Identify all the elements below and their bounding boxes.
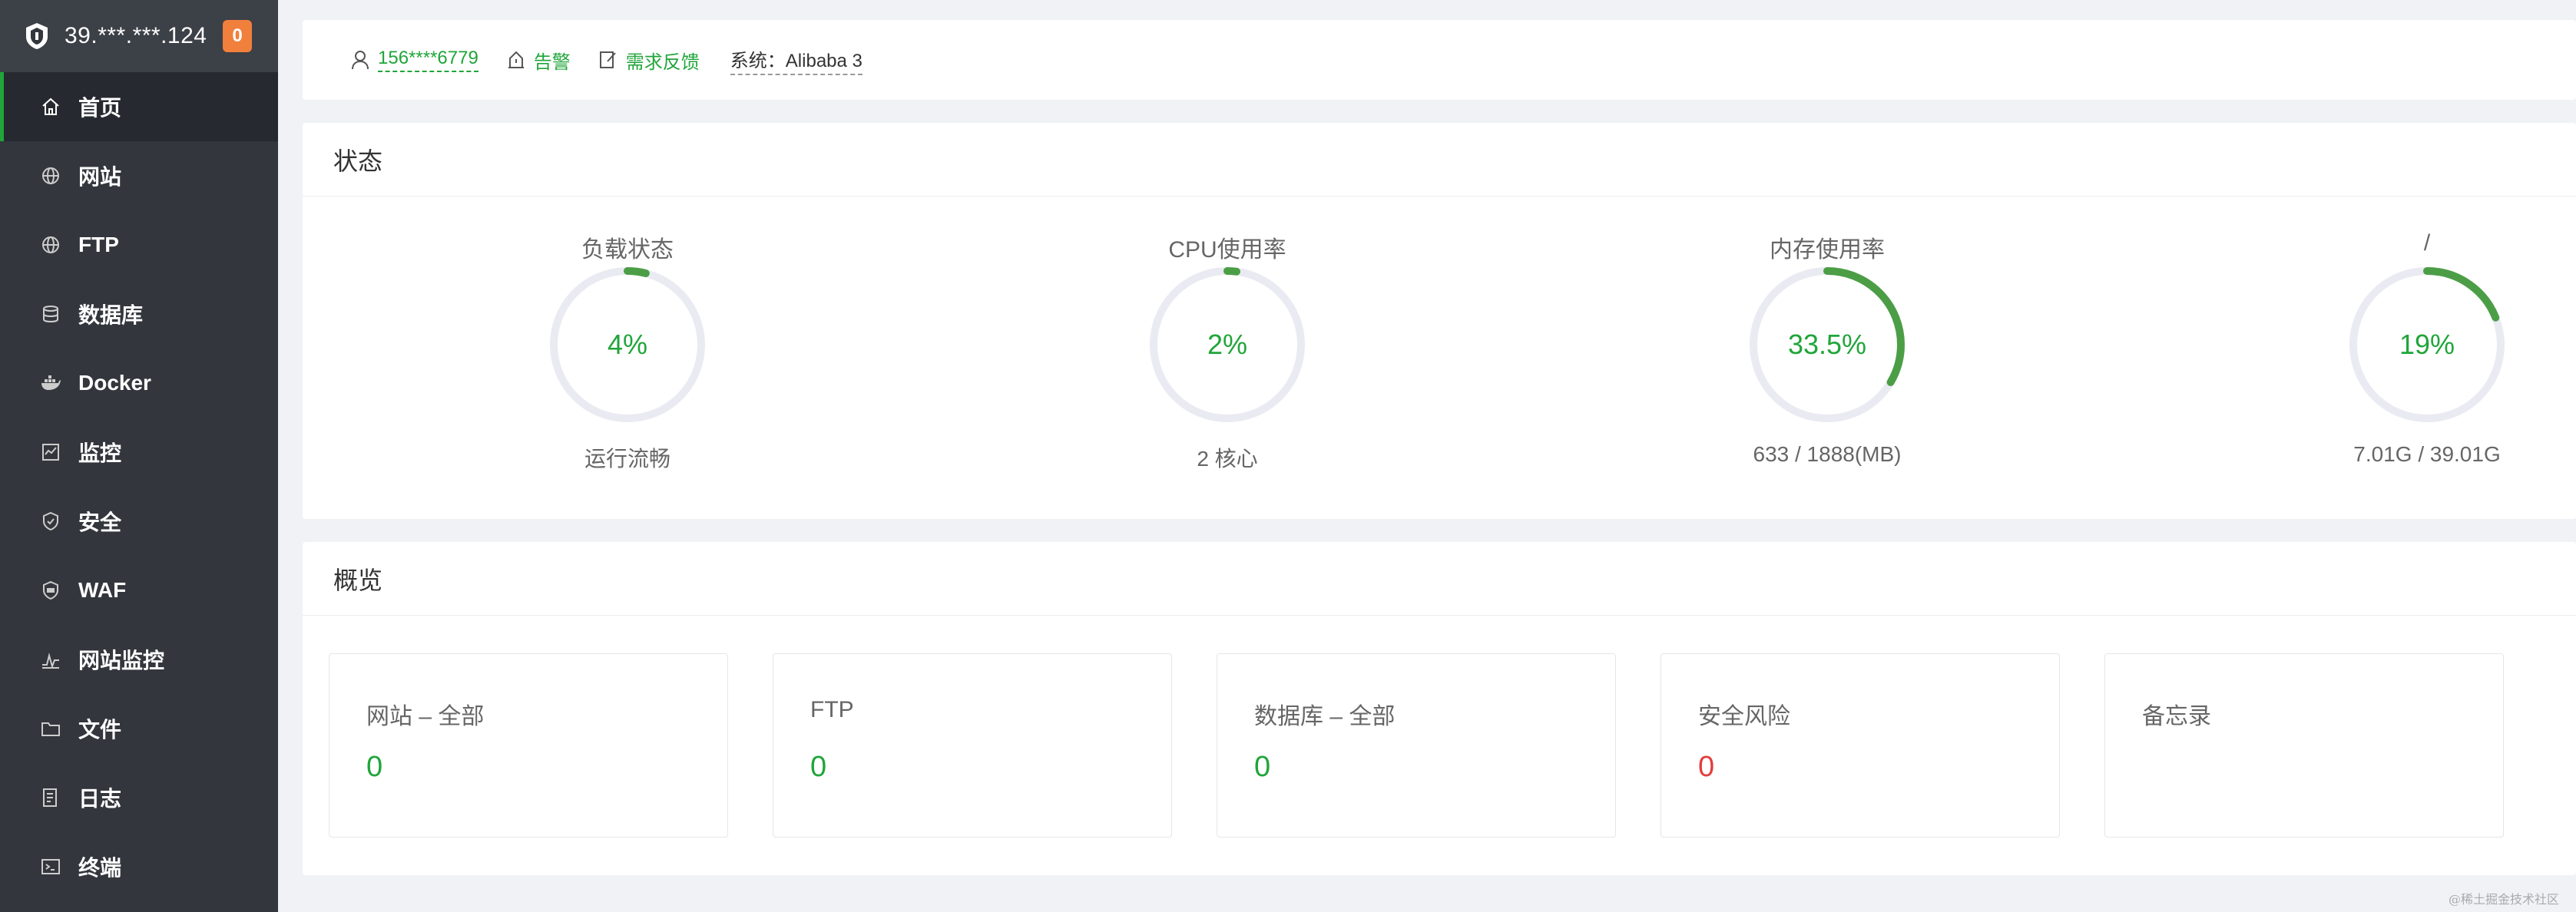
sidebar-item-label: 文件: [78, 718, 122, 742]
gauge-ring: 4%: [547, 264, 708, 425]
top-info-bar: 156****6779 告警 需求反馈 系统：Alibaba 3: [303, 20, 2576, 100]
sidebar-item-files[interactable]: 文件: [0, 694, 278, 763]
sidebar-item-monitor[interactable]: 监控: [0, 418, 278, 487]
shield-icon: [40, 511, 61, 532]
database-icon: [40, 303, 61, 325]
edit-icon: [599, 51, 616, 68]
sidebar-item-label: 首页: [78, 96, 122, 120]
gauge-title: /: [2423, 230, 2431, 256]
watermark: @稀土掘金技术社区: [2448, 892, 2559, 907]
gauge-title: CPU使用率: [1168, 237, 1286, 263]
overview-item-security-risk[interactable]: 安全风险 0: [1660, 653, 2060, 838]
sidebar-item-label: 监控: [78, 441, 122, 465]
alert-link[interactable]: 告警: [506, 47, 571, 74]
overview-value[interactable]: 0: [1698, 751, 1714, 784]
sidebar-item-ftp[interactable]: FTP: [0, 210, 278, 279]
gauge-title: 负载状态: [581, 237, 674, 263]
sidebar-item-label: Docker: [78, 371, 151, 395]
sidebar-item-label: 终端: [78, 856, 122, 880]
overview-label: 网站 – 全部: [366, 704, 485, 729]
user-account[interactable]: 156****6779: [350, 48, 478, 72]
gauge-subtext: 7.01G / 39.01G: [2353, 442, 2501, 466]
gauge-title: 内存使用率: [1770, 237, 1885, 263]
server-host[interactable]: 39.***.***.124: [65, 23, 223, 49]
sidebar-item-label: FTP: [78, 233, 119, 256]
sidebar-item-waf[interactable]: WAF: [0, 556, 278, 625]
overview-label: 安全风险: [1698, 704, 1790, 729]
globe-icon: [40, 234, 61, 256]
pulse-icon: [40, 649, 61, 670]
overview-item-ftp[interactable]: FTP 0: [773, 653, 1172, 838]
sidebar-item-site-monitor[interactable]: 网站监控: [0, 625, 278, 694]
overview-item-memo[interactable]: 备忘录: [2104, 653, 2504, 838]
alert-label: 告警: [533, 51, 571, 73]
alert-icon: [508, 51, 524, 68]
gauge-ring: 19%: [2346, 264, 2508, 425]
sidebar-item-database[interactable]: 数据库: [0, 279, 278, 349]
sidebar-item-docker[interactable]: Docker: [0, 349, 278, 418]
globe-icon: [40, 165, 61, 187]
sidebar-item-security[interactable]: 安全: [0, 487, 278, 556]
gauge-disk[interactable]: / 19% 7.01G / 39.01G: [2273, 197, 2576, 467]
overview-value[interactable]: 0: [1254, 751, 1270, 784]
gauge-value: 4%: [607, 329, 648, 360]
waf-shield-icon: [40, 580, 61, 601]
system-label: 系统：Alibaba 3: [730, 45, 863, 75]
main-content: 156****6779 告警 需求反馈 系统：Alibaba 3 状态 负载状态…: [278, 0, 2576, 912]
home-icon: [40, 96, 61, 117]
terminal-icon: [40, 856, 61, 877]
gauge-ring: 33.5%: [1747, 264, 1908, 425]
gauge-load[interactable]: 负载状态 4% 运行流畅: [474, 197, 781, 473]
folder-icon: [40, 718, 61, 739]
gauge-subtext: 2 核心: [1197, 447, 1258, 471]
status-panel: 状态 负载状态 4% 运行流畅 CPU使用率 2% 2 核心 内存使用率 33.…: [303, 123, 2576, 519]
feedback-label: 需求反馈: [625, 51, 700, 73]
sidebar-item-home[interactable]: 首页: [0, 72, 278, 141]
sidebar-item-label: WAF: [78, 578, 127, 602]
overview-value[interactable]: 0: [366, 751, 382, 784]
gauge-memory[interactable]: 内存使用率 33.5% 633 / 1888(MB): [1674, 197, 1981, 467]
sidebar-item-label: 数据库: [78, 303, 144, 327]
sidebar-item-label: 网站监控: [78, 649, 165, 672]
gauge-row: 负载状态 4% 运行流畅 CPU使用率 2% 2 核心 内存使用率 33.5% …: [303, 197, 2576, 519]
sidebar-item-label: 安全: [78, 511, 122, 534]
gauge-value: 2%: [1207, 329, 1248, 360]
feedback-link[interactable]: 需求反馈: [598, 47, 700, 74]
sidebar-item-logs[interactable]: 日志: [0, 763, 278, 832]
overview-panel: 概览 网站 – 全部 0 FTP 0 数据库 – 全部 0 安全风险 0 备忘录: [303, 542, 2576, 875]
shield-logo-icon[interactable]: [23, 21, 51, 51]
overview-label: 备忘录: [2142, 704, 2211, 729]
log-icon: [40, 787, 61, 808]
overview-item-websites[interactable]: 网站 – 全部 0: [329, 653, 728, 838]
docker-icon: [40, 372, 61, 394]
sidebar-item-website[interactable]: 网站: [0, 141, 278, 210]
gauge-ring: 2%: [1147, 264, 1308, 425]
user-phone-link[interactable]: 156****6779: [378, 48, 478, 72]
overview-title: 概览: [303, 542, 2576, 616]
gauge-subtext: 运行流畅: [584, 447, 670, 471]
sidebar-item-terminal[interactable]: 终端: [0, 832, 278, 901]
sidebar: 39.***.***.124 0 首页 网站 FTP 数据库 Docker 监控…: [0, 0, 278, 912]
gauge-value: 19%: [2399, 329, 2455, 360]
overview-label: 数据库 – 全部: [1254, 704, 1396, 729]
gauge-subtext: 633 / 1888(MB): [1753, 442, 1902, 466]
gauge-value: 33.5%: [1787, 329, 1867, 360]
status-title: 状态: [303, 123, 2576, 197]
notification-badge[interactable]: 0: [223, 20, 252, 52]
sidebar-header: 39.***.***.124 0: [0, 0, 278, 72]
overview-label: FTP: [810, 697, 854, 722]
monitor-icon: [40, 441, 61, 463]
overview-item-databases[interactable]: 数据库 – 全部 0: [1217, 653, 1616, 838]
sidebar-item-label: 网站: [78, 165, 122, 189]
overview-value[interactable]: 0: [810, 751, 826, 784]
sidebar-item-label: 日志: [78, 787, 122, 811]
gauge-cpu[interactable]: CPU使用率 2% 2 核心: [1074, 197, 1381, 473]
system-info[interactable]: 系统：Alibaba 3: [727, 45, 863, 75]
user-icon: [352, 51, 369, 70]
